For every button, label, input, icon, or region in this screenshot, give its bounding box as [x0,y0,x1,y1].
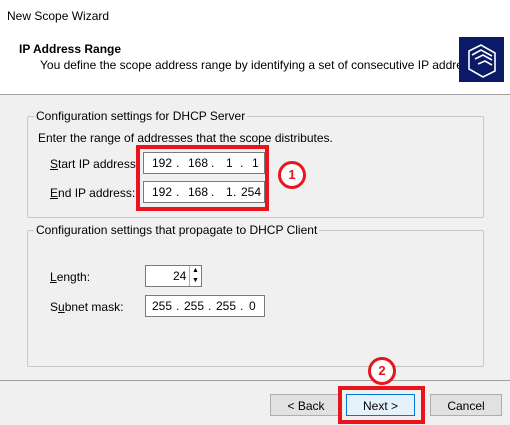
wizard-header: IP Address Range You define the scope ad… [0,31,510,95]
length-label: Length: [50,270,91,284]
start-ip-label: Start IP address: [50,157,140,171]
spin-buttons[interactable]: ▲ ▼ [189,266,201,286]
end-ip-label: End IP address: [50,186,136,200]
step-badge-1: 1 [278,161,306,189]
length-value[interactable]: 24 [173,269,186,283]
mask-octet-4[interactable]: 0 [249,299,256,313]
spin-up-icon[interactable]: ▲ [190,266,201,276]
page-title: IP Address Range [19,42,122,56]
mask-octet-3[interactable]: 255 [216,299,236,313]
highlight-ip-range [136,145,269,211]
highlight-next-button [338,386,425,424]
length-spinner[interactable]: 24 ▲ ▼ [145,265,202,287]
subnet-mask-input[interactable]: 255 . 255 . 255 . 0 [145,295,265,317]
server-config-legend: Configuration settings for DHCP Server [34,109,248,123]
window-title: New Scope Wizard [7,9,110,23]
range-instruction: Enter the range of addresses that the sc… [38,131,333,145]
back-button[interactable]: < Back [270,394,342,416]
mask-octet-1[interactable]: 255 [152,299,172,313]
client-config-legend: Configuration settings that propagate to… [34,223,320,237]
step-badge-2: 2 [368,357,396,385]
page-subtitle: You define the scope address range by id… [40,58,491,72]
cancel-button[interactable]: Cancel [430,394,502,416]
folders-icon [459,37,504,82]
mask-octet-2[interactable]: 255 [184,299,204,313]
footer-separator [0,380,510,381]
spin-down-icon[interactable]: ▼ [190,276,201,286]
title-bar: New Scope Wizard [0,0,510,31]
subnet-mask-label: Subnet mask: [50,300,124,314]
